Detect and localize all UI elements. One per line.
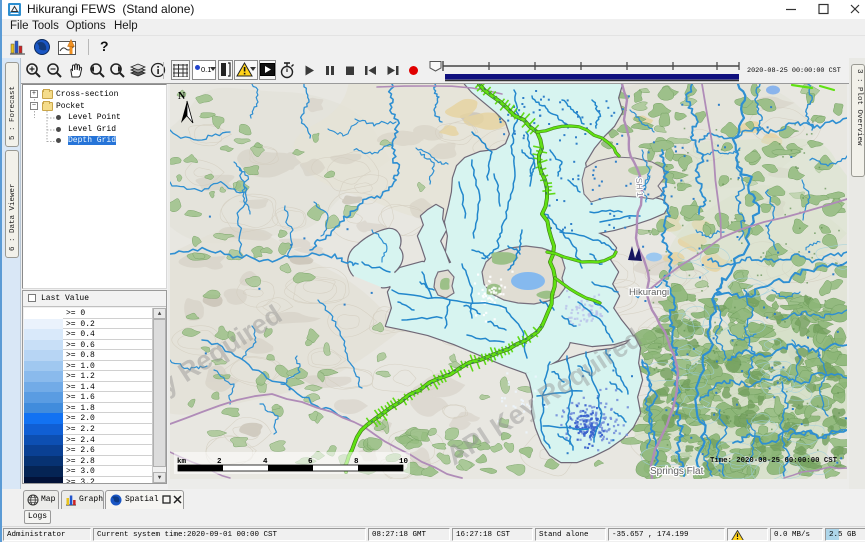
svg-text:Hikurangi: Hikurangi (629, 287, 669, 298)
svg-text:Time: 2020-08-25 00:00:00 CST: Time: 2020-08-25 00:00:00 CST (710, 457, 838, 465)
svg-text:SH 1: SH 1 (634, 177, 645, 197)
svg-text:N: N (178, 91, 186, 102)
svg-text:Springs Flat: Springs Flat (650, 466, 704, 477)
